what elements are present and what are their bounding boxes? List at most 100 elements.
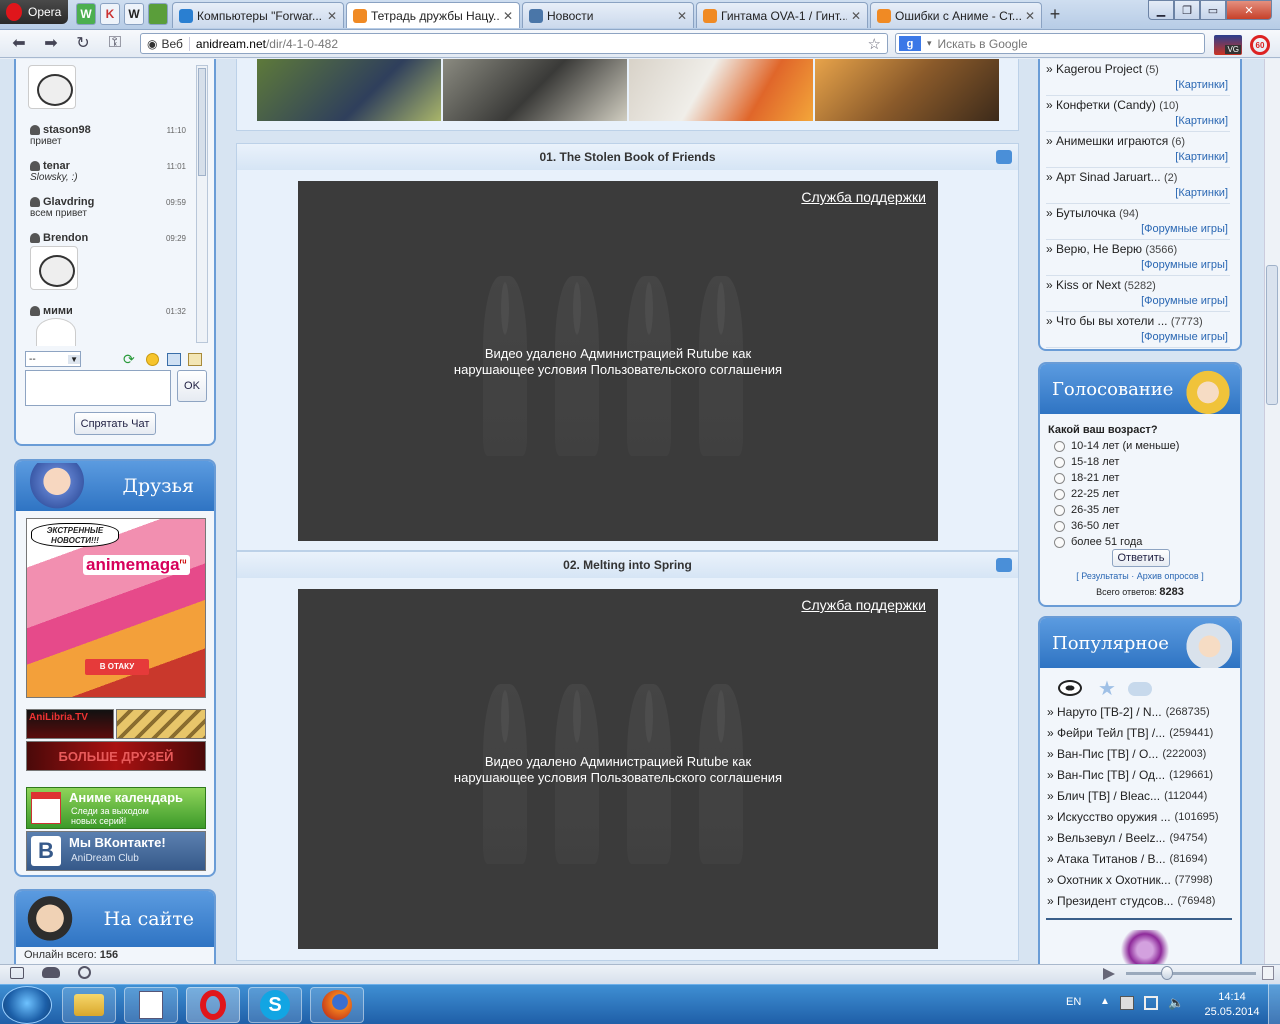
episode-screenshot[interactable]	[815, 59, 999, 121]
close-tab-icon[interactable]: ✕	[327, 9, 337, 23]
pinned-tab-1[interactable]: W	[76, 3, 96, 25]
restore-button[interactable]: ❐	[1174, 0, 1200, 20]
anilibria-banner[interactable]: AniLibria.TV	[26, 709, 114, 739]
cloud-sync-icon[interactable]	[42, 967, 60, 978]
poll-option[interactable]: 10-14 лет (и меньше)	[1054, 438, 1179, 454]
forward-icon[interactable]: ➡	[40, 33, 62, 53]
tab-active[interactable]: Тетрадь дружбы Нацу... ✕	[346, 2, 520, 28]
radio-button[interactable]	[1054, 440, 1065, 452]
video-player[interactable]: Служба поддержки Видео удалено Администр…	[298, 589, 938, 949]
poll-option[interactable]: 18-21 лет	[1054, 470, 1179, 486]
rating-star-icon[interactable]: ★	[1098, 676, 1116, 701]
tab-gintama[interactable]: Гинтама OVA-1 / Гинт... ✕	[696, 2, 868, 28]
flag-icon[interactable]: VG	[1214, 35, 1242, 55]
taskbar-skype[interactable]: S	[248, 987, 302, 1023]
poll-option[interactable]: 26-35 лет	[1054, 502, 1179, 518]
poll-option[interactable]: 22-25 лет	[1054, 486, 1179, 502]
list-item[interactable]: » Президент студсов... (76948)	[1047, 890, 1233, 911]
minimize-button[interactable]: ▁	[1148, 0, 1174, 20]
support-link[interactable]: Служба поддержки	[801, 597, 926, 613]
chevron-down-icon[interactable]: ▾	[927, 38, 932, 49]
pinned-tab-3[interactable]: W	[124, 3, 144, 25]
maximize-button[interactable]: ▭	[1200, 0, 1226, 20]
panel-toggle-icon[interactable]	[10, 967, 24, 979]
language-indicator[interactable]: EN	[1066, 996, 1081, 1008]
edit-icon[interactable]	[188, 353, 202, 366]
list-item[interactable]: » Kiss or Next (5282) [Форумные игры]	[1046, 276, 1230, 312]
list-item[interactable]: » Ван-Пис [ТВ] / О... (222003)	[1047, 743, 1233, 764]
list-item[interactable]: » Охотник х Охотник... (77998)	[1047, 869, 1233, 890]
hide-chat-button[interactable]: Спрятать Чат	[74, 412, 156, 435]
windows-icon[interactable]	[167, 353, 181, 366]
chat-send-button[interactable]: OK	[177, 370, 207, 402]
episode-screenshot[interactable]	[443, 59, 627, 121]
chat-scroll-thumb[interactable]	[198, 68, 206, 176]
poll-submit-button[interactable]: Ответить	[1112, 549, 1170, 567]
reload-icon[interactable]: ↻	[72, 33, 94, 53]
search-field[interactable]: g ▾ Искать в Google	[895, 33, 1205, 54]
list-item[interactable]: » Конфетки (Candy) (10) [Картинки]	[1046, 96, 1230, 132]
smiley-icon[interactable]	[146, 353, 159, 366]
show-desktop-button[interactable]	[1268, 984, 1280, 1024]
list-item[interactable]: » Что бы вы хотели ... (7773) [Форумные и…	[1046, 312, 1230, 348]
new-tab-button[interactable]: +	[1045, 4, 1065, 24]
page-scroll-thumb[interactable]	[1266, 265, 1278, 405]
anime-calendar-banner[interactable]: Аниме календарь Следи за выходом новых с…	[26, 787, 206, 829]
list-item[interactable]: » Анимешки играются (6) [Картинки]	[1046, 132, 1230, 168]
poll-option[interactable]: 36-50 лет	[1054, 518, 1179, 534]
chat-scrollbar[interactable]	[196, 65, 208, 343]
zoom-reset-icon[interactable]	[1262, 966, 1274, 980]
radio-button[interactable]	[1054, 520, 1065, 532]
tab-forward[interactable]: Компьютеры "Forwar... ✕	[172, 2, 344, 28]
chat-select[interactable]: -- ▼	[25, 351, 81, 367]
poll-option[interactable]: 15-18 лет	[1054, 454, 1179, 470]
list-item[interactable]: » Искусство оружия ... (101695)	[1047, 806, 1233, 827]
support-link[interactable]: Служба поддержки	[801, 189, 926, 205]
taskbar-opera[interactable]	[186, 987, 240, 1023]
close-tab-icon[interactable]: ✕	[851, 9, 861, 23]
back-icon[interactable]: ⬅	[8, 33, 30, 53]
close-tab-icon[interactable]: ✕	[503, 9, 513, 23]
speed-dial-icon[interactable]	[78, 966, 91, 979]
taskbar-explorer[interactable]	[62, 987, 116, 1023]
animemaga-banner[interactable]: ЭКСТРЕННЫЕ НОВОСТИ!!! animemagaru В ОТАК…	[26, 518, 206, 698]
page-scrollbar[interactable]	[1264, 59, 1280, 964]
pinned-tab-4[interactable]	[148, 3, 168, 25]
list-item[interactable]: » Наруто [ТВ-2] / N... (268735)	[1047, 701, 1233, 722]
radio-button[interactable]	[1054, 472, 1065, 484]
refresh-icon[interactable]: ⟳	[123, 352, 139, 366]
list-item[interactable]: » Арт Sinad Jaruart... (2) [Картинки]	[1046, 168, 1230, 204]
video-player[interactable]: Служба поддержки Видео удалено Администр…	[298, 181, 938, 541]
share-icon[interactable]	[996, 150, 1012, 164]
close-tab-icon[interactable]: ✕	[1025, 9, 1035, 23]
poll-archive-link[interactable]: Архив опросов	[1137, 571, 1199, 581]
volume-icon[interactable]: 🔈	[1168, 995, 1184, 1011]
views-eye-icon[interactable]	[1058, 680, 1082, 696]
tab-errors[interactable]: Ошибки с Аниме - Ст... ✕	[870, 2, 1042, 28]
chat-message-input[interactable]	[25, 370, 171, 406]
radio-button[interactable]	[1054, 488, 1065, 500]
close-tab-icon[interactable]: ✕	[677, 9, 687, 23]
taskbar-notepad[interactable]	[124, 987, 178, 1023]
list-item[interactable]: » Вельзевул / Beelz... (94754)	[1047, 827, 1233, 848]
google-icon[interactable]: g	[899, 36, 921, 51]
close-window-button[interactable]: ✕	[1226, 0, 1272, 20]
list-item[interactable]: » Kagerou Project (5) [Картинки]	[1046, 60, 1230, 96]
episode-screenshot[interactable]	[629, 59, 813, 121]
url-field[interactable]: ◉ Веб anidream.net/dir/4-1-0-482 ☆	[140, 33, 888, 54]
adblock-icon[interactable]: 60	[1250, 35, 1270, 55]
share-icon[interactable]	[996, 558, 1012, 572]
comments-icon[interactable]	[1128, 682, 1152, 696]
poll-option[interactable]: более 51 года	[1054, 534, 1179, 550]
list-item[interactable]: » Атака Титанов / В... (81694)	[1047, 848, 1233, 869]
poll-results-link[interactable]: Результаты	[1081, 571, 1128, 581]
flag-tray-icon[interactable]	[1120, 996, 1134, 1010]
list-item[interactable]: » Блич [ТВ] / Bleac... (112044)	[1047, 785, 1233, 806]
list-item[interactable]: » Бутылочка (94) [Форумные игры]	[1046, 204, 1230, 240]
episode-screenshot[interactable]	[257, 59, 441, 121]
system-clock[interactable]: 14:14 25.05.2014	[1200, 990, 1264, 1020]
more-friends-banner[interactable]: БОЛЬШЕ ДРУЗЕЙ	[26, 741, 206, 771]
striped-banner[interactable]	[116, 709, 206, 739]
radio-button[interactable]	[1054, 536, 1065, 548]
zoom-slider[interactable]	[1126, 972, 1256, 975]
